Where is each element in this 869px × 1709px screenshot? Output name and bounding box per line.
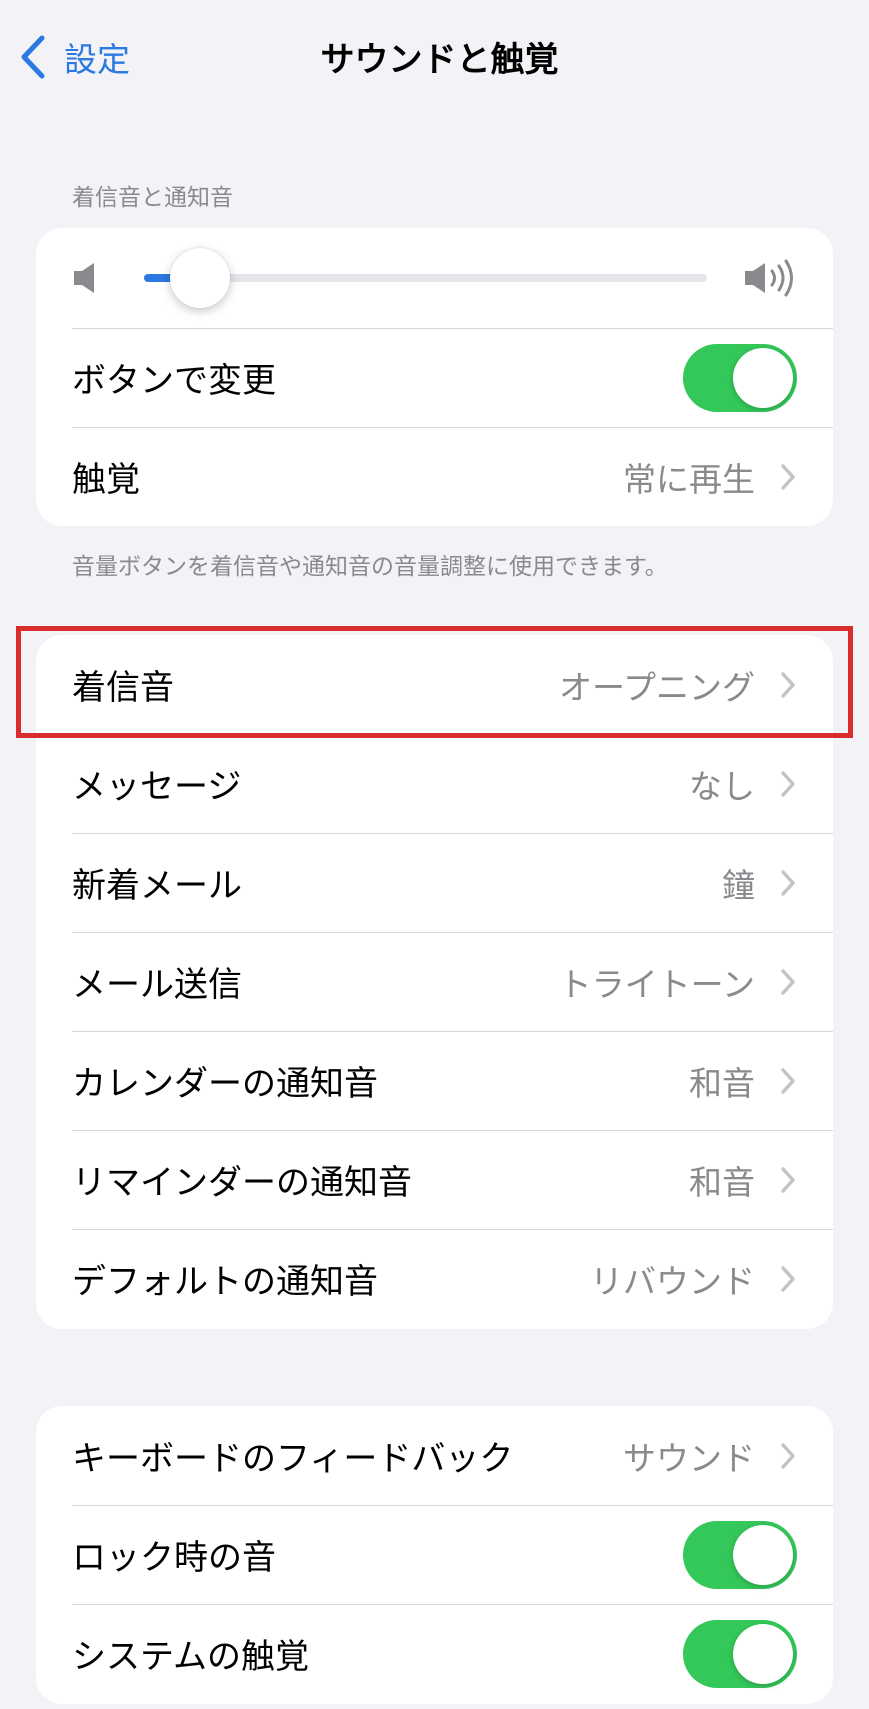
- message-sound-row[interactable]: メッセージ なし: [36, 734, 833, 833]
- toggle-knob: [733, 1524, 793, 1585]
- new-mail-sound-row[interactable]: 新着メール 鐘: [36, 833, 833, 932]
- volume-row: [36, 228, 833, 328]
- sound-value: なし: [689, 766, 755, 806]
- toggle-knob: [733, 347, 793, 408]
- chevron-right-icon: [781, 770, 795, 797]
- navigation-bar: 設定 サウンドと触覚: [0, 0, 869, 115]
- lock-sound-toggle[interactable]: [683, 1520, 797, 1589]
- default-alert-sound-row[interactable]: デフォルトの通知音 リバウンド: [36, 1229, 833, 1328]
- ringer-section-header: 着信音と通知音: [72, 185, 233, 211]
- chevron-right-icon: [781, 1067, 795, 1094]
- sound-value: 和音: [689, 1162, 755, 1202]
- sound-label: デフォルトの通知音: [72, 1262, 378, 1302]
- sound-value: トライトーン: [558, 964, 755, 1004]
- keyboard-feedback-label: キーボードのフィードバック: [72, 1439, 514, 1479]
- sound-value: リバウンド: [590, 1261, 755, 1301]
- system-haptics-toggle[interactable]: [683, 1619, 797, 1688]
- page-title: サウンドと触覚: [320, 40, 559, 80]
- system-group: キーボードのフィードバック サウンド ロック時の音 システムの触覚: [36, 1406, 833, 1704]
- volume-slider[interactable]: [144, 248, 707, 308]
- haptics-label: 触覚: [72, 460, 140, 500]
- sound-value: オープニング: [558, 667, 755, 707]
- haptics-value: 常に再生: [623, 459, 755, 499]
- chevron-right-icon: [781, 463, 795, 490]
- chevron-right-icon: [781, 671, 795, 698]
- lock-sound-label: ロック時の音: [72, 1538, 276, 1578]
- sound-label: メール送信: [72, 965, 242, 1005]
- chevron-right-icon: [781, 1166, 795, 1193]
- sent-mail-sound-row[interactable]: メール送信 トライトーン: [36, 932, 833, 1031]
- change-with-buttons-label: ボタンで変更: [72, 361, 276, 401]
- sound-label: メッセージ: [72, 767, 242, 807]
- sound-label: リマインダーの通知音: [72, 1163, 412, 1203]
- change-with-buttons-row: ボタンで変更: [36, 328, 833, 427]
- volume-slider-thumb[interactable]: [170, 248, 231, 308]
- sound-value: 鐘: [722, 865, 755, 905]
- sound-haptics-screen: 設定 サウンドと触覚 着信音と通知音 ボタンで変更 触覚 常に再生 音量ボタンを…: [0, 0, 869, 1709]
- sound-label: 着信音: [72, 668, 174, 708]
- keyboard-feedback-row[interactable]: キーボードのフィードバック サウンド: [36, 1406, 833, 1505]
- sound-value: 和音: [689, 1063, 755, 1103]
- sound-label: 新着メール: [72, 866, 242, 906]
- change-with-buttons-toggle[interactable]: [683, 343, 797, 412]
- lock-sound-row: ロック時の音: [36, 1505, 833, 1604]
- chevron-right-icon: [781, 1265, 795, 1292]
- toggle-knob: [733, 1623, 793, 1684]
- haptics-row[interactable]: 触覚 常に再生: [36, 427, 833, 526]
- reminder-sound-row[interactable]: リマインダーの通知音 和音: [36, 1130, 833, 1229]
- keyboard-feedback-value: サウンド: [623, 1438, 755, 1478]
- chevron-right-icon: [781, 869, 795, 896]
- chevron-right-icon: [781, 1442, 795, 1469]
- chevron-right-icon: [781, 968, 795, 995]
- sound-label: カレンダーの通知音: [72, 1064, 378, 1104]
- speaker-low-icon: [74, 263, 94, 293]
- ringer-group: ボタンで変更 触覚 常に再生: [36, 228, 833, 526]
- calendar-sound-row[interactable]: カレンダーの通知音 和音: [36, 1031, 833, 1130]
- speaker-high-icon: [745, 259, 793, 297]
- system-haptics-row: システムの触覚: [36, 1604, 833, 1703]
- ringer-footer-note: 音量ボタンを着信音や通知音の音量調整に使用できます。: [72, 554, 668, 580]
- system-haptics-label: システムの触覚: [72, 1637, 309, 1677]
- ringtone-row[interactable]: 着信音 オープニング: [36, 635, 833, 734]
- sounds-group: 着信音 オープニング メッセージ なし 新着メール 鐘 メール送信 トライトーン…: [36, 635, 833, 1329]
